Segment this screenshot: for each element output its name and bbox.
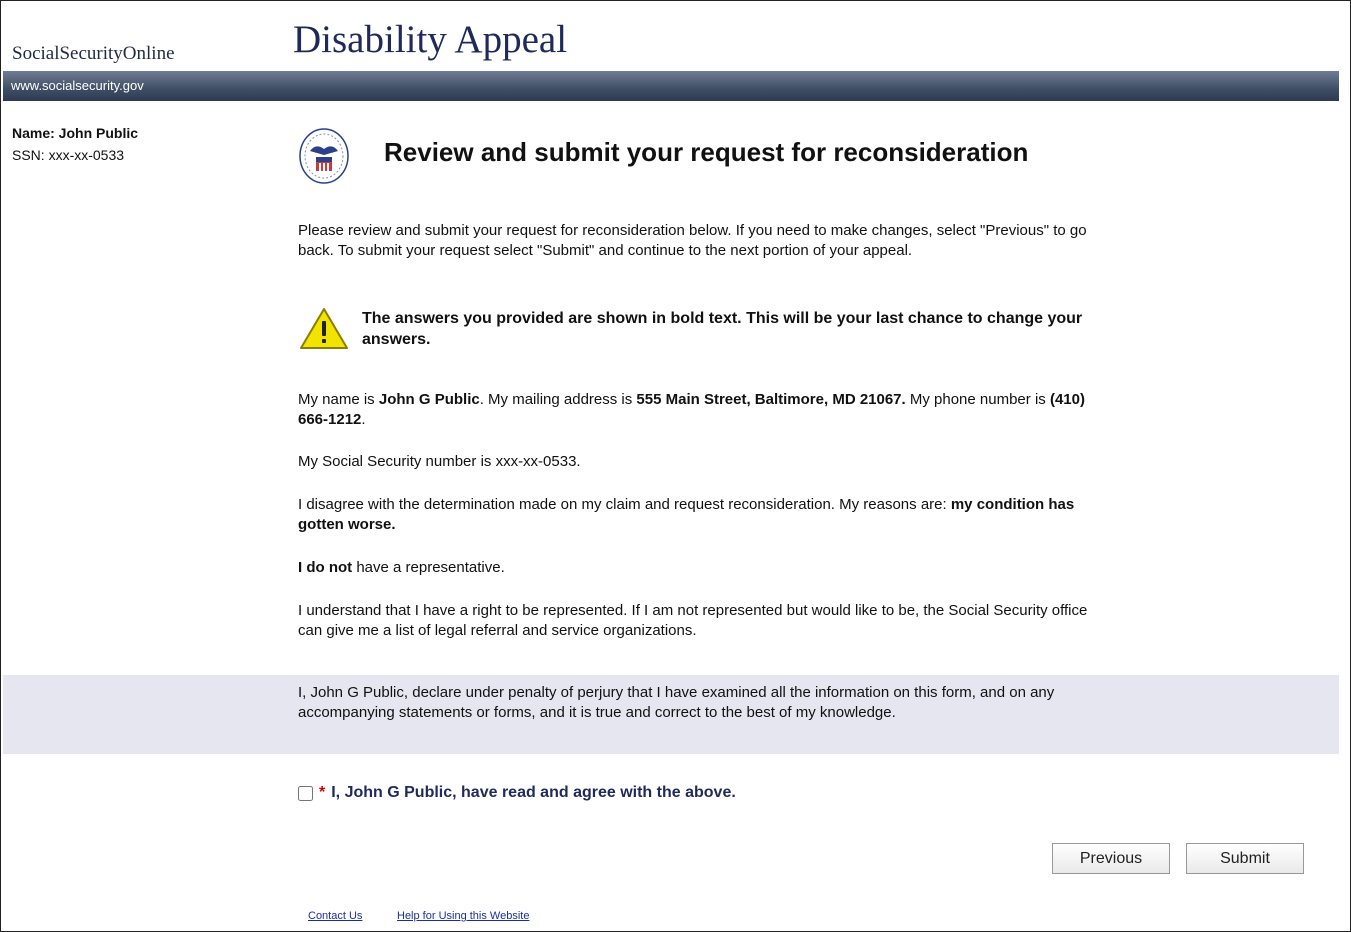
brand-logo[interactable]: SocialSecurityOnline bbox=[12, 43, 175, 65]
contact-name: John G Public bbox=[378, 391, 480, 408]
representative-suffix: have a representative. bbox=[352, 559, 505, 576]
disagree-statement: I disagree with the determination made o… bbox=[298, 495, 1103, 535]
representative-status: I do not bbox=[298, 559, 353, 576]
app-title: Disability Appeal bbox=[293, 18, 568, 61]
representative-statement: I do not have a representative. bbox=[298, 558, 1103, 578]
agree-checkbox[interactable] bbox=[298, 785, 313, 801]
page-title: Review and submit your request for recon… bbox=[384, 137, 1029, 167]
contact-phone-prefix: My phone number is bbox=[905, 391, 1050, 408]
user-ssn: SSN: xxx-xx-0533 bbox=[12, 147, 125, 163]
warning-icon bbox=[300, 308, 348, 349]
agree-row[interactable]: * I, John G Public, have read and agree … bbox=[298, 784, 736, 802]
ssa-seal-icon bbox=[299, 128, 349, 184]
warning-text: The answers you provided are shown in bo… bbox=[362, 310, 1083, 348]
ssn-statement: My Social Security number is xxx-xx-0533… bbox=[298, 453, 581, 470]
declaration-panel: I, John G Public, declare under penalty … bbox=[3, 675, 1339, 754]
contact-prefix: My name is bbox=[298, 391, 379, 408]
intro-text: Please review and submit your request fo… bbox=[298, 222, 1087, 259]
user-name: Name: John Public bbox=[12, 125, 139, 141]
contact-mid: . My mailing address is bbox=[479, 391, 637, 408]
disagree-prefix: I disagree with the determination made o… bbox=[298, 496, 951, 513]
header-band: www.socialsecurity.gov bbox=[3, 71, 1339, 101]
previous-button[interactable]: Previous bbox=[1052, 843, 1170, 874]
contact-statement: My name is John G Public. My mailing add… bbox=[298, 390, 1103, 430]
required-mark: * bbox=[319, 784, 326, 801]
declaration-text: I, John G Public, declare under penalty … bbox=[298, 684, 1055, 721]
rights-text: I understand that I have a right to be r… bbox=[298, 602, 1088, 639]
contact-suffix: . bbox=[361, 411, 366, 428]
contact-address: 555 Main Street, Baltimore, MD 21067. bbox=[636, 391, 906, 408]
help-link[interactable]: Help for Using this Website bbox=[397, 910, 529, 922]
site-url[interactable]: www.socialsecurity.gov bbox=[11, 78, 144, 93]
submit-button[interactable]: Submit bbox=[1186, 843, 1304, 874]
agree-label[interactable]: I, John G Public, have read and agree wi… bbox=[331, 784, 736, 802]
contact-us-link[interactable]: Contact Us bbox=[308, 910, 362, 922]
